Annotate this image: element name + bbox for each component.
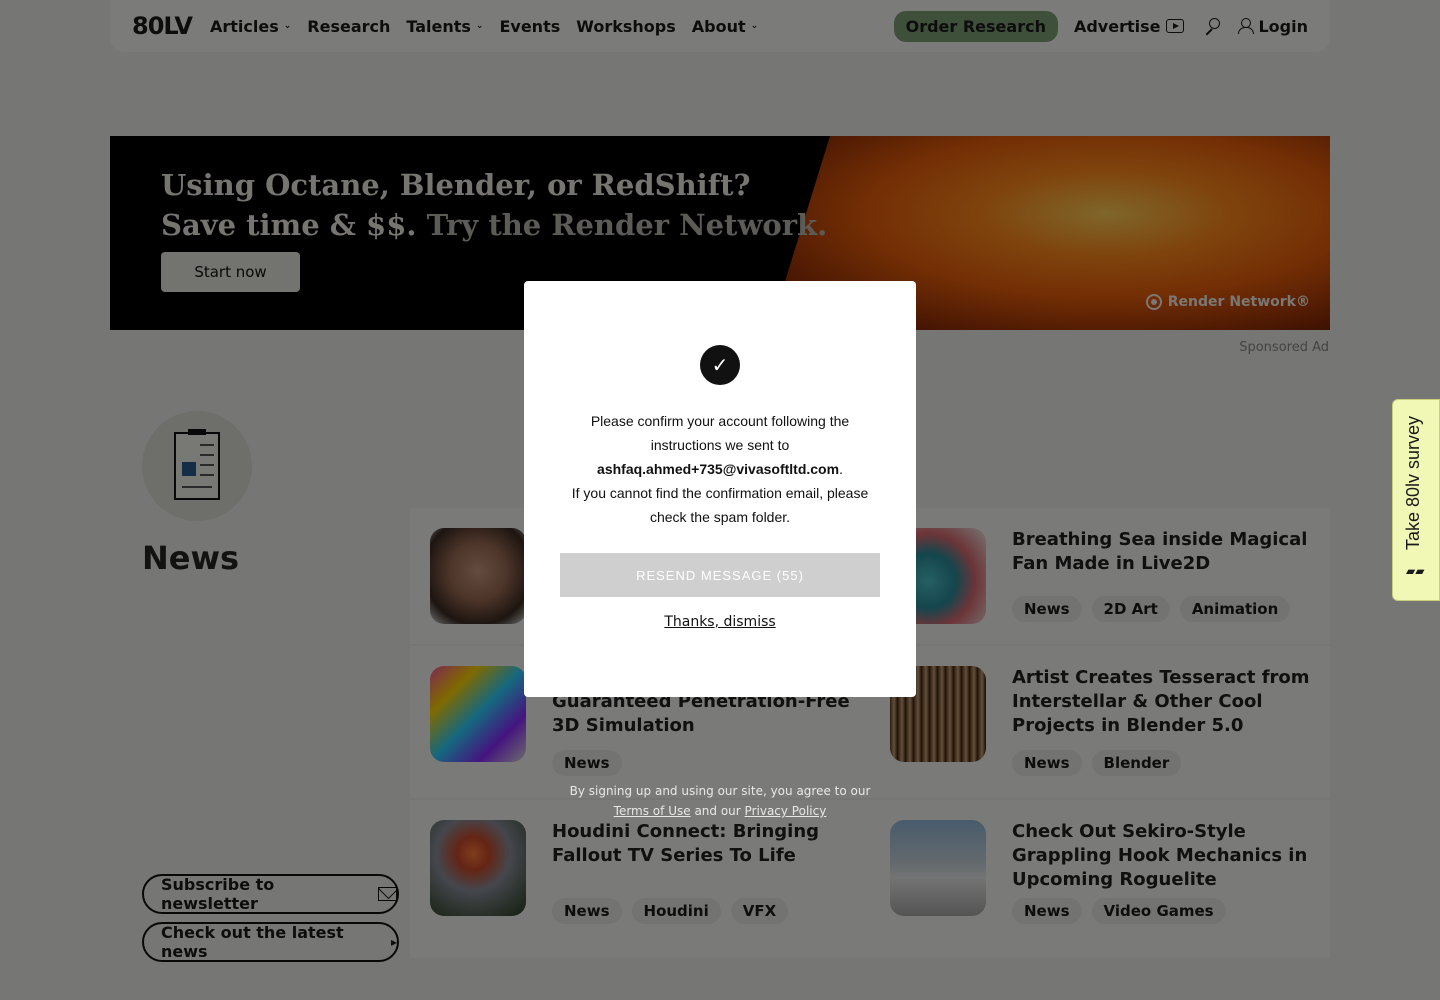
legal-and: and our <box>694 804 741 818</box>
modal-email: ashfaq.ahmed+735@vivasoftltd.com <box>597 461 840 477</box>
legal-prefix: By signing up and using our site, you ag… <box>569 784 871 798</box>
checkmark-icon: ✓ <box>700 345 740 385</box>
80lv-logo-icon: ▰▰ <box>1406 564 1425 578</box>
survey-label: Take 80lv survey <box>1403 415 1423 550</box>
survey-tab[interactable]: Take 80lv survey ▰▰ <box>1392 399 1440 601</box>
privacy-policy-link[interactable]: Privacy Policy <box>745 804 827 818</box>
legal-notice: By signing up and using our site, you ag… <box>0 781 1440 821</box>
modal-message: Please confirm your account following th… <box>571 413 869 525</box>
terms-of-use-link[interactable]: Terms of Use <box>614 804 691 818</box>
dismiss-link[interactable]: Thanks, dismiss <box>524 614 916 630</box>
modal-text-2: If you cannot find the confirmation emai… <box>571 485 869 525</box>
modal-text-1: Please confirm your account following th… <box>590 413 850 453</box>
resend-message-button[interactable]: RESEND MESSAGE (55) <box>560 553 880 597</box>
confirmation-modal: ✓ Please confirm your account following … <box>524 281 916 697</box>
